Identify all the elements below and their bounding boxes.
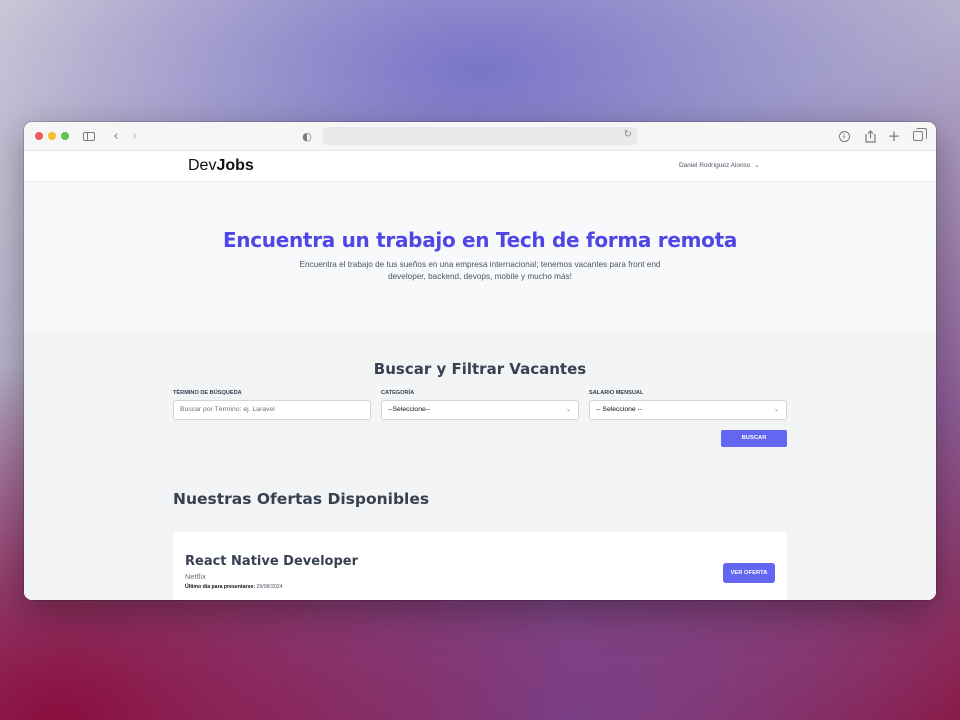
user-menu[interactable]: Daniel Rodríguez Alonso ⌄ bbox=[679, 162, 760, 169]
term-label: Término de búsqueda bbox=[173, 390, 242, 396]
search-title: Buscar y Filtrar Vacantes bbox=[373, 360, 587, 378]
share-icon[interactable] bbox=[862, 128, 878, 144]
job-card: React Native Developer Netflix Último dí… bbox=[173, 532, 787, 600]
category-select[interactable]: --Seleccione-- ⌄ bbox=[381, 400, 579, 420]
download-icon[interactable]: ↓ bbox=[836, 128, 852, 144]
forward-icon[interactable]: › bbox=[127, 128, 143, 144]
job-company: Netflix bbox=[185, 572, 206, 581]
new-tab-icon[interactable]: + bbox=[886, 127, 902, 145]
search-term-input[interactable]: Buscar por Término: ej. Laravel bbox=[173, 400, 371, 420]
sidebar-icon[interactable] bbox=[81, 128, 97, 144]
chevron-down-icon: ⌄ bbox=[565, 407, 571, 413]
job-deadline: Último día para presentarse: 29/08/2024 bbox=[185, 584, 282, 590]
salary-select-value: -- Seleccione -- bbox=[596, 406, 643, 413]
user-name: Daniel Rodríguez Alonso bbox=[679, 162, 751, 169]
close-window-button[interactable] bbox=[35, 132, 43, 140]
devjobs-logo[interactable]: DevJobs bbox=[188, 157, 254, 175]
hero-title: Encuentra un trabajo en Tech de forma re… bbox=[222, 228, 738, 252]
hero-description: Encuentra el trabajo de tus sueños en un… bbox=[299, 260, 661, 281]
hero-section: Encuentra un trabajo en Tech de forma re… bbox=[24, 182, 936, 332]
browser-window: ‹ › ◐ ↻ ↓ + DevJobs Daniel Rodríguez Alo… bbox=[24, 122, 936, 600]
logo-prefix: Dev bbox=[188, 157, 217, 174]
deadline-label: Último día para presentarse: bbox=[185, 584, 256, 590]
category-label: Categoría bbox=[381, 390, 415, 396]
search-button[interactable]: Buscar bbox=[721, 430, 787, 447]
category-select-value: --Seleccione-- bbox=[388, 406, 431, 413]
minimize-window-button[interactable] bbox=[48, 132, 56, 140]
search-term-placeholder: Buscar por Término: ej. Laravel bbox=[180, 406, 275, 413]
job-title: React Native Developer bbox=[185, 554, 359, 569]
maximize-window-button[interactable] bbox=[61, 132, 69, 140]
reload-icon[interactable]: ↻ bbox=[624, 129, 632, 140]
privacy-shield-icon[interactable]: ◐ bbox=[299, 128, 315, 144]
search-section: Buscar y Filtrar Vacantes Término de bús… bbox=[24, 332, 936, 600]
salary-label: Salario Mensual bbox=[589, 390, 644, 396]
deadline-value: 29/08/2024 bbox=[256, 584, 283, 590]
view-offer-button[interactable]: Ver Oferta bbox=[723, 563, 775, 583]
address-bar[interactable]: ↻ bbox=[323, 127, 637, 145]
web-page: DevJobs Daniel Rodríguez Alonso ⌄ Encuen… bbox=[24, 151, 936, 600]
salary-select[interactable]: -- Seleccione -- ⌄ bbox=[589, 400, 787, 420]
chevron-down-icon: ⌄ bbox=[773, 407, 779, 413]
site-header: DevJobs Daniel Rodríguez Alonso ⌄ bbox=[24, 151, 936, 182]
offers-title: Nuestras Ofertas Disponibles bbox=[173, 490, 430, 508]
back-icon[interactable]: ‹ bbox=[108, 128, 124, 144]
tab-overview-icon[interactable] bbox=[910, 128, 927, 144]
browser-toolbar: ‹ › ◐ ↻ ↓ + bbox=[24, 122, 936, 151]
logo-bold: Jobs bbox=[216, 157, 254, 174]
chevron-down-icon: ⌄ bbox=[754, 163, 760, 169]
share-glyph bbox=[864, 129, 876, 143]
